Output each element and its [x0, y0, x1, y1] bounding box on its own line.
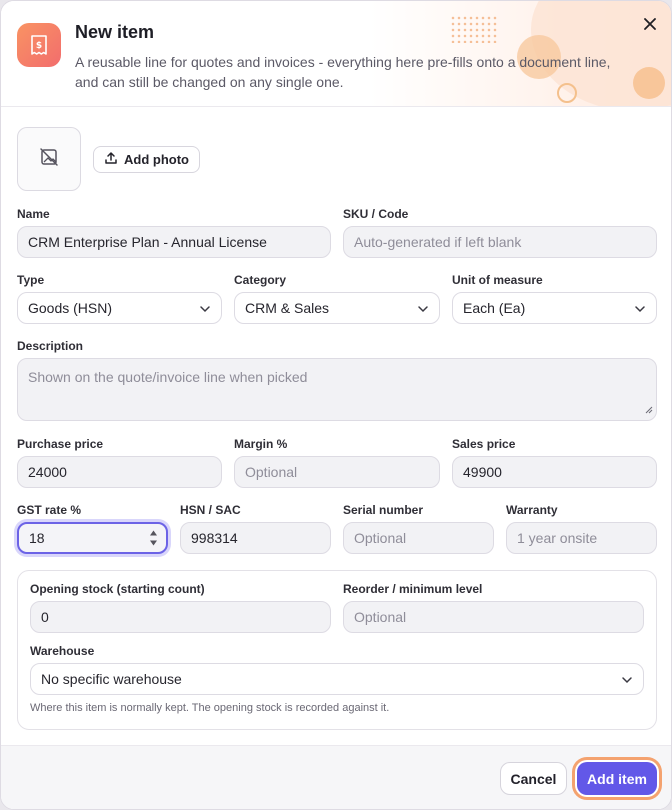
receipt-icon: $: [17, 23, 61, 67]
sku-input[interactable]: Auto-generated if left blank: [343, 226, 657, 258]
type-value: Goods (HSN): [28, 300, 113, 316]
chevron-down-icon: [634, 302, 646, 318]
type-label: Type: [17, 273, 45, 287]
purchase-price-label: Purchase price: [17, 437, 104, 451]
warehouse-label: Warehouse: [30, 644, 95, 658]
opening-stock-input[interactable]: 0: [30, 601, 331, 633]
photo-placeholder[interactable]: [17, 127, 81, 191]
image-off-icon: [39, 147, 59, 172]
warranty-label: Warranty: [506, 503, 558, 517]
dialog-title: New item: [75, 22, 155, 42]
warranty-input[interactable]: 1 year onsite: [506, 522, 657, 554]
gst-rate-value: 18: [29, 530, 45, 546]
warehouse-value: No specific warehouse: [41, 671, 182, 687]
warehouse-select[interactable]: No specific warehouse: [30, 663, 644, 695]
new-item-dialog: $ New item A reusable line for quotes an…: [0, 0, 672, 810]
unit-select[interactable]: Each (Ea): [452, 292, 657, 324]
name-label: Name: [17, 207, 50, 221]
decor-dots: [450, 15, 498, 43]
dialog-header: $ New item A reusable line for quotes an…: [1, 1, 671, 107]
stepper-up-icon: [150, 530, 157, 536]
warehouse-hint: Where this item is normally kept. The op…: [30, 702, 390, 714]
sales-price-input[interactable]: 49900: [452, 456, 657, 488]
serial-number-label: Serial number: [343, 503, 424, 517]
add-photo-label: Add photo: [124, 152, 189, 167]
decor-circle: [633, 67, 665, 99]
type-select[interactable]: Goods (HSN): [17, 292, 222, 324]
gst-rate-label: GST rate %: [17, 503, 82, 517]
margin-label: Margin %: [234, 437, 288, 451]
add-item-button[interactable]: Add item: [577, 762, 657, 795]
unit-value: Each (Ea): [463, 300, 526, 316]
hsn-sac-label: HSN / SAC: [180, 503, 241, 517]
purchase-price-input[interactable]: 24000: [17, 456, 222, 488]
serial-number-input[interactable]: Optional: [343, 522, 494, 554]
number-stepper[interactable]: [149, 529, 158, 547]
stepper-down-icon: [150, 540, 157, 546]
reorder-level-input[interactable]: Optional: [343, 601, 644, 633]
svg-text:$: $: [36, 41, 42, 51]
opening-stock-label: Opening stock (starting count): [30, 582, 205, 596]
category-value: CRM & Sales: [245, 300, 330, 316]
add-photo-button[interactable]: Add photo: [93, 146, 200, 173]
chevron-down-icon: [621, 673, 633, 689]
dialog-subtitle: A reusable line for quotes and invoices …: [75, 54, 611, 90]
category-label: Category: [234, 273, 287, 287]
unit-label: Unit of measure: [452, 273, 543, 287]
margin-input[interactable]: Optional: [234, 456, 440, 488]
close-icon[interactable]: [637, 11, 663, 37]
reorder-level-label: Reorder / minimum level: [343, 582, 483, 596]
sales-price-label: Sales price: [452, 437, 516, 451]
cancel-button[interactable]: Cancel: [500, 762, 567, 795]
hsn-sac-input[interactable]: 998314: [180, 522, 331, 554]
sku-label: SKU / Code: [343, 207, 409, 221]
description-textarea[interactable]: Shown on the quote/invoice line when pic…: [17, 358, 657, 421]
category-select[interactable]: CRM & Sales: [234, 292, 440, 324]
resize-handle-icon[interactable]: [645, 401, 653, 417]
upload-icon: [104, 151, 118, 168]
chevron-down-icon: [417, 302, 429, 318]
chevron-down-icon: [199, 302, 211, 318]
description-placeholder: Shown on the quote/invoice line when pic…: [28, 369, 308, 385]
name-input[interactable]: CRM Enterprise Plan - Annual License: [17, 226, 331, 258]
gst-rate-input[interactable]: 18: [17, 522, 168, 554]
dialog-footer: [1, 745, 671, 809]
description-label: Description: [17, 339, 84, 353]
